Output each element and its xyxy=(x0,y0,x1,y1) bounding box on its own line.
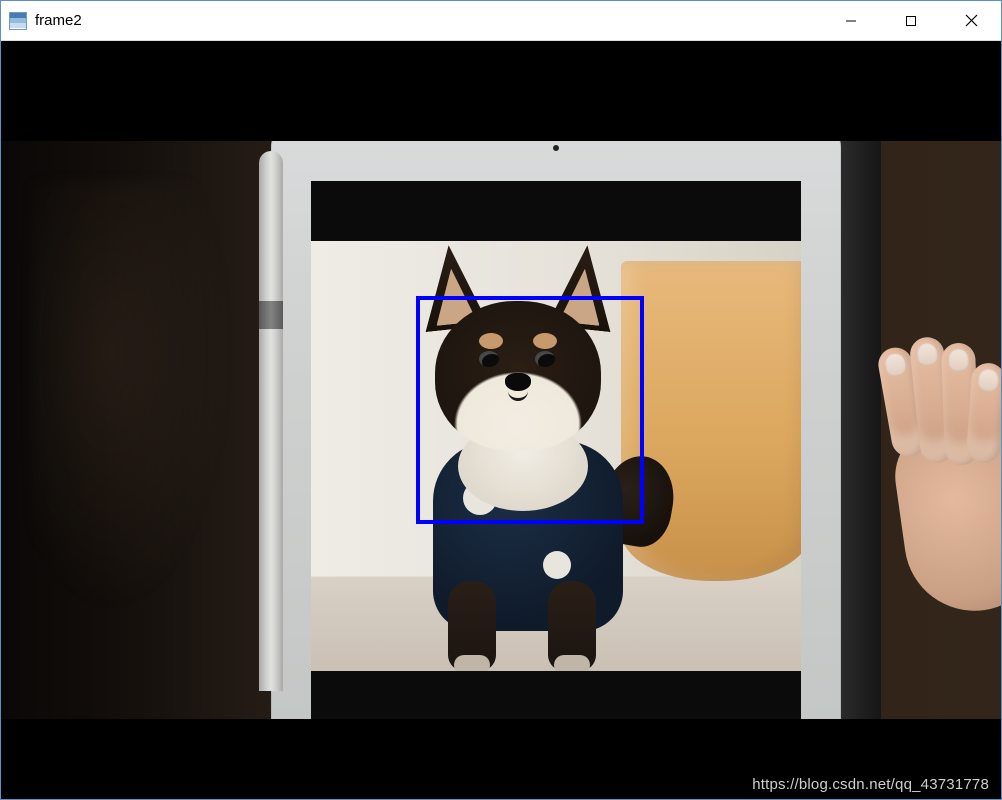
tablet-front-camera-icon xyxy=(553,145,559,151)
hand-finger-3 xyxy=(941,342,979,465)
tablet-screen xyxy=(311,181,801,719)
hand-finger-2 xyxy=(909,336,956,465)
background-shadow xyxy=(31,181,231,611)
titlebar-left: frame2 xyxy=(1,12,82,30)
hand-palm xyxy=(888,412,1001,620)
dog-eye-right xyxy=(535,351,555,367)
minimize-button[interactable] xyxy=(821,1,881,40)
stylus xyxy=(259,151,283,691)
minimize-icon xyxy=(845,15,857,27)
maximize-button[interactable] xyxy=(881,1,941,40)
dog-brow-right xyxy=(533,333,557,349)
window-controls xyxy=(821,1,1001,40)
dog-brow-left xyxy=(479,333,503,349)
image-viewport: https://blog.csdn.net/qq_43731778 xyxy=(1,41,1001,799)
app-window: frame2 xyxy=(0,0,1002,800)
dog xyxy=(373,251,663,671)
dog-head xyxy=(413,251,623,461)
window-title: frame2 xyxy=(35,12,82,29)
hand-finger-1 xyxy=(876,345,929,459)
hand-finger-4 xyxy=(966,362,1001,464)
tablet-case xyxy=(837,141,881,719)
dog-photo xyxy=(311,241,801,671)
dog-eye-left xyxy=(479,351,499,367)
close-button[interactable] xyxy=(941,1,1001,40)
maximize-icon xyxy=(905,15,917,27)
camera-frame xyxy=(1,141,1001,719)
dog-leg-right xyxy=(548,581,596,671)
opencv-window-icon xyxy=(9,12,27,30)
tablet-body xyxy=(271,141,841,719)
watermark: https://blog.csdn.net/qq_43731778 xyxy=(752,776,989,793)
tablet xyxy=(271,141,871,719)
dog-nose xyxy=(505,373,531,391)
titlebar[interactable]: frame2 xyxy=(1,1,1001,41)
dog-leg-left xyxy=(448,581,496,671)
close-icon xyxy=(965,14,978,27)
